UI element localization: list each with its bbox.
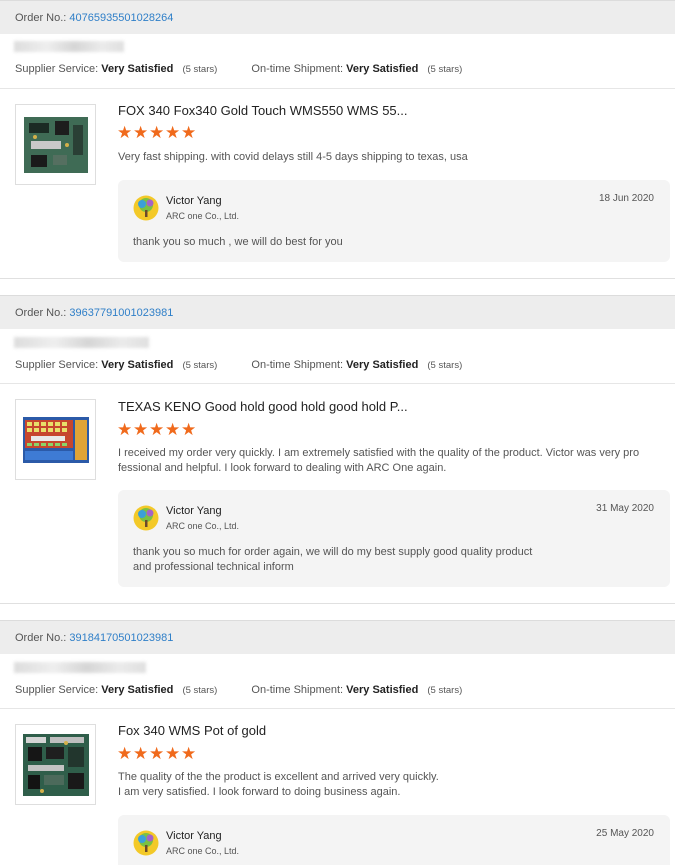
star-rating: ★ ★ ★ ★ ★	[117, 123, 197, 143]
replier-company: ARC one Co., Ltd.	[166, 521, 240, 531]
tree-logo-avatar	[133, 505, 159, 531]
star-icon: ★	[149, 123, 165, 143]
star-icon: ★	[149, 744, 165, 764]
order-card: Order No.: 39637791001023981	[0, 295, 675, 329]
supplier-reply: Victor Yang ARC one Co., Ltd. 25 May 202…	[118, 815, 670, 865]
replier-name: Victor Yang	[166, 505, 222, 517]
star-rating: ★ ★ ★ ★ ★	[117, 420, 197, 440]
product-name-link[interactable]: Fox 340 WMS Pot of gold	[118, 723, 266, 738]
review-text: Very fast shipping. with covid delays st…	[118, 151, 468, 163]
reply-text: thank you so much , we will do best for …	[133, 236, 343, 248]
circuit-board-image	[23, 116, 88, 173]
star-icon: ★	[117, 123, 133, 143]
supplier-reply: Victor Yang ARC one Co., Ltd. 18 Jun 202…	[118, 180, 670, 262]
order-header: Order No.: 40765935501028264	[0, 0, 675, 34]
order-ratings: Supplier Service: Very Satisfied (5 star…	[15, 684, 463, 696]
tree-logo-avatar	[133, 830, 159, 856]
order-separator	[0, 603, 675, 621]
buyer-name-blurred	[14, 41, 124, 52]
product-thumbnail[interactable]	[15, 724, 96, 805]
review-text: I received my order very quickly. I am e…	[118, 447, 640, 474]
order-number-link[interactable]: 39184170501023981	[69, 632, 173, 644]
order-card: Order No.: 39184170501023981	[0, 620, 675, 654]
star-icon: ★	[117, 744, 133, 764]
order-ratings: Supplier Service: Very Satisfied (5 star…	[15, 63, 463, 75]
replier-company: ARC one Co., Ltd.	[166, 211, 240, 221]
product-name-link[interactable]: TEXAS KENO Good hold good hold good hold…	[118, 399, 408, 414]
reply-date: 18 Jun 2020	[598, 193, 654, 204]
star-icon: ★	[181, 420, 197, 440]
reply-date: 25 May 2020	[596, 828, 654, 839]
star-icon: ★	[117, 420, 133, 440]
star-icon: ★	[165, 123, 181, 143]
product-thumbnail[interactable]	[15, 399, 96, 480]
review-text: The quality of the the product is excell…	[118, 771, 439, 798]
order-card: Order No.: 40765935501028264	[0, 0, 675, 34]
order-label: Order No.:	[15, 306, 67, 319]
replier-company: ARC one Co., Ltd.	[166, 846, 240, 856]
order-header: Order No.: 39637791001023981	[0, 295, 675, 329]
replier-name: Victor Yang	[166, 830, 222, 842]
buyer-name-blurred	[14, 337, 149, 348]
order-number-link[interactable]: 39637791001023981	[69, 307, 173, 319]
order-ratings: Supplier Service: Very Satisfied (5 star…	[15, 359, 463, 371]
order-separator	[0, 278, 675, 296]
star-icon: ★	[165, 744, 181, 764]
star-rating: ★ ★ ★ ★ ★	[117, 744, 197, 764]
star-icon: ★	[149, 420, 165, 440]
order-header: Order No.: 39184170501023981	[0, 620, 675, 654]
buyer-name-blurred	[14, 662, 146, 673]
product-thumbnail[interactable]	[15, 104, 96, 185]
order-label: Order No.:	[15, 11, 67, 24]
star-icon: ★	[133, 123, 149, 143]
star-icon: ★	[133, 744, 149, 764]
star-icon: ★	[165, 420, 181, 440]
reply-text: thank you so much for order again, we wi…	[133, 546, 533, 573]
star-icon: ★	[181, 123, 197, 143]
replier-name: Victor Yang	[166, 195, 222, 207]
product-name-link[interactable]: FOX 340 Fox340 Gold Touch WMS550 WMS 55.…	[118, 103, 408, 118]
circuit-board-image	[22, 733, 89, 796]
reply-date: 31 May 2020	[596, 503, 654, 514]
order-number-link[interactable]: 40765935501028264	[69, 12, 173, 24]
star-icon: ★	[133, 420, 149, 440]
tree-logo-avatar	[133, 195, 159, 221]
order-label: Order No.:	[15, 631, 67, 644]
keno-screen-image	[22, 416, 89, 463]
supplier-reply: Victor Yang ARC one Co., Ltd. 31 May 202…	[118, 490, 670, 587]
star-icon: ★	[181, 744, 197, 764]
